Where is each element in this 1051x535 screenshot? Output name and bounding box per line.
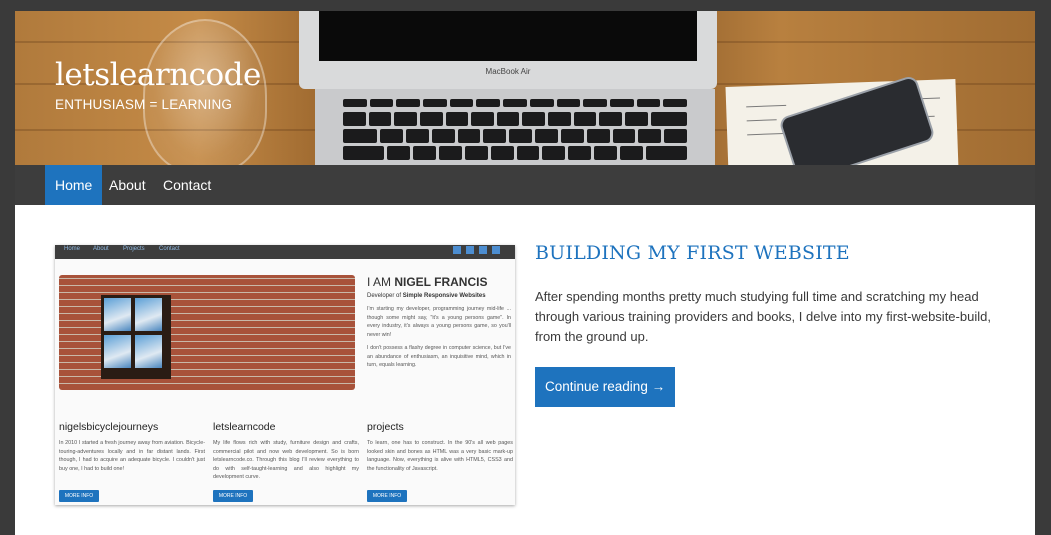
laptop-keyboard-image xyxy=(315,89,715,165)
thumbnail-column-body: In 2010 I started a fresh journey away f… xyxy=(59,440,205,472)
nav-item-home[interactable]: Home xyxy=(45,165,103,213)
email-icon xyxy=(492,246,500,254)
site-title[interactable]: letslearncode xyxy=(55,57,261,93)
site-tagline: ENTHUSIASM = LEARNING xyxy=(55,97,233,112)
brick-wall-window-image xyxy=(59,275,355,390)
linkedin-icon xyxy=(466,246,474,254)
window-image xyxy=(101,295,171,379)
laptop-brand-label: MacBook Air xyxy=(485,67,531,76)
main-content: Home About Projects Contact I AM NIGEL F… xyxy=(15,205,1035,535)
thumbnail-intro-body: I'm starting my developer, programming j… xyxy=(367,305,511,370)
thumbnail-column-body: To learn, one has to construct. In the 9… xyxy=(367,440,513,472)
thumbnail-nav-home: Home xyxy=(64,246,81,252)
thumbnail-more-info-button: MORE INFO xyxy=(59,490,99,502)
continue-reading-button[interactable]: Continue reading → xyxy=(535,367,676,407)
header-banner: MacBook Air letslearncode ENTHUSIASM = L… xyxy=(15,11,1035,165)
featured-image-thumbnail[interactable]: Home About Projects Contact I AM NIGEL F… xyxy=(55,245,515,505)
thumbnail-column: letslearncode My life flows rich with st… xyxy=(213,421,359,482)
thumbnail-column: projects To learn, one has to construct.… xyxy=(367,421,513,473)
thumbnail-nav-about: About xyxy=(93,246,109,252)
thumbnail-nav-bar: Home About Projects Contact xyxy=(55,245,515,259)
nav-item-about[interactable]: About xyxy=(99,165,156,205)
thumbnail-column-heading: letslearncode xyxy=(213,421,276,433)
thumbnail-intro-subtitle: Developer of Simple Responsive Websites xyxy=(367,293,486,299)
post-excerpt: After spending months pretty much studyi… xyxy=(535,289,991,344)
main-navigation: Home About Contact xyxy=(15,165,1035,213)
thumbnail-column-body: My life flows rich with study, furniture… xyxy=(213,440,359,481)
twitter-icon xyxy=(453,246,461,254)
thumbnail-column-heading: nigelsbicyclejourneys xyxy=(59,421,159,433)
thumbnail-nav-contact: Contact xyxy=(159,246,180,252)
thumbnail-more-info-button: MORE INFO xyxy=(367,490,407,502)
thumbnail-column: nigelsbicyclejourneys In 2010 I started … xyxy=(59,421,205,473)
thumbnail-intro-paragraph: I'm starting my developer, programming j… xyxy=(367,306,511,338)
laptop-screen-image: MacBook Air xyxy=(299,11,717,89)
thumbnail-nav-projects: Projects xyxy=(123,246,145,252)
github-icon xyxy=(479,246,487,254)
thumbnail-intro-paragraph: I don't possess a flashy degree in compu… xyxy=(367,345,511,368)
thumbnail-column-heading: projects xyxy=(367,421,404,433)
nav-item-contact[interactable]: Contact xyxy=(153,165,221,205)
post-title-link[interactable]: BUILDING MY FIRST WEBSITE xyxy=(535,242,850,264)
thumbnail-intro-title: I AM NIGEL FRANCIS xyxy=(367,275,488,289)
thumbnail-more-info-button: MORE INFO xyxy=(213,490,253,502)
